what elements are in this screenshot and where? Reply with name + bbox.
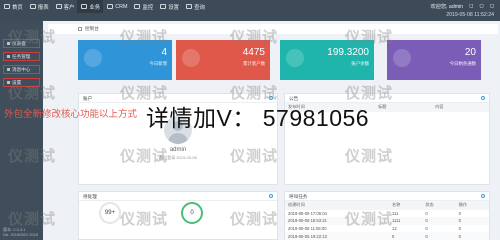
pending-count-ring[interactable]: 99+ [99, 202, 121, 224]
nav-item-business[interactable]: 业务 [77, 0, 104, 13]
nav-item-monitor[interactable]: 监控 [130, 0, 156, 13]
watermark-text: 仪测试 [8, 148, 57, 165]
main-nav: 首页 报表 客户 业务 CRM 监控 设置 查询 [0, 0, 208, 13]
stat-card-remaining[interactable]: 20 今日剩余通数 [387, 40, 481, 80]
nav-item-home[interactable]: 首页 [0, 0, 26, 13]
sidebar-item-messages[interactable]: 消息中心 [3, 65, 40, 74]
money-icon [286, 49, 304, 67]
watermark-text: 仪测试 [230, 85, 279, 102]
watermark-text: 仪测试 [230, 148, 279, 165]
nav-item-customers[interactable]: 客户 [52, 0, 78, 13]
search-icon [186, 4, 193, 9]
home-icon[interactable] [78, 27, 82, 31]
watermark-text: 仪测试 [8, 29, 57, 46]
user-icon [84, 49, 102, 67]
mail-icon[interactable]: ◻ [479, 3, 483, 10]
watermark-text: 仪测试 [120, 29, 169, 46]
current-datetime: 2019-05-08 11:52:24 [446, 12, 494, 18]
watermark-text: 仪测试 [345, 211, 394, 228]
phone-icon [393, 49, 411, 67]
report-icon [29, 4, 36, 9]
top-bar: 首页 报表 客户 业务 CRM 监控 设置 查询 欢迎您, admin ◻ ◻ … [0, 0, 500, 21]
customer-icon [55, 4, 62, 9]
promo-text-contact: 详情加V： 57981056 [146, 105, 370, 131]
monitor-icon [134, 4, 141, 9]
refresh-icon[interactable] [481, 96, 485, 100]
watermark-text: 仪测试 [8, 211, 57, 228]
refresh-icon[interactable] [269, 194, 273, 198]
message-icon [7, 68, 10, 71]
watermark-text: 仪测试 [8, 85, 57, 102]
watermark-text: 仪测试 [120, 148, 169, 165]
task-icon [7, 55, 10, 58]
promo-text-red: 外包全新修改核心功能以上方式 [4, 109, 138, 120]
user-welcome[interactable]: 欢迎您, admin ◻ ◻ ◻ [430, 3, 494, 10]
chart-icon [182, 49, 200, 67]
gear-icon [160, 4, 167, 9]
power-icon[interactable]: ◻ [490, 3, 494, 10]
nav-item-reports[interactable]: 报表 [26, 0, 52, 13]
sidebar-item-tasks[interactable]: 任务管理 [3, 52, 40, 61]
watermark-text: 仪测试 [230, 211, 279, 228]
bell-icon[interactable]: ◻ [469, 3, 473, 10]
watermark-text: 仪测试 [345, 148, 394, 165]
nav-item-settings[interactable]: 设置 [156, 0, 182, 13]
completed-ring[interactable]: 0 [181, 202, 203, 224]
home-icon [4, 4, 10, 9]
watermark-text: 仪测试 [345, 85, 394, 102]
breadcrumb-current[interactable]: 控制台 [85, 26, 99, 32]
table-row[interactable]: 2019-05-05 19:22:13 5 0 0 [285, 232, 489, 240]
nav-item-query[interactable]: 查询 [182, 0, 208, 13]
crm-icon [107, 4, 114, 9]
watermark-text: 仪测试 [230, 29, 279, 46]
watermark-text: 仪测试 [120, 211, 169, 228]
watermark-text: 仪测试 [345, 29, 394, 46]
nav-item-crm[interactable]: CRM [103, 0, 130, 13]
refresh-icon[interactable] [481, 194, 485, 198]
watermark-text: 仪测试 [120, 85, 169, 102]
business-icon [81, 4, 88, 9]
